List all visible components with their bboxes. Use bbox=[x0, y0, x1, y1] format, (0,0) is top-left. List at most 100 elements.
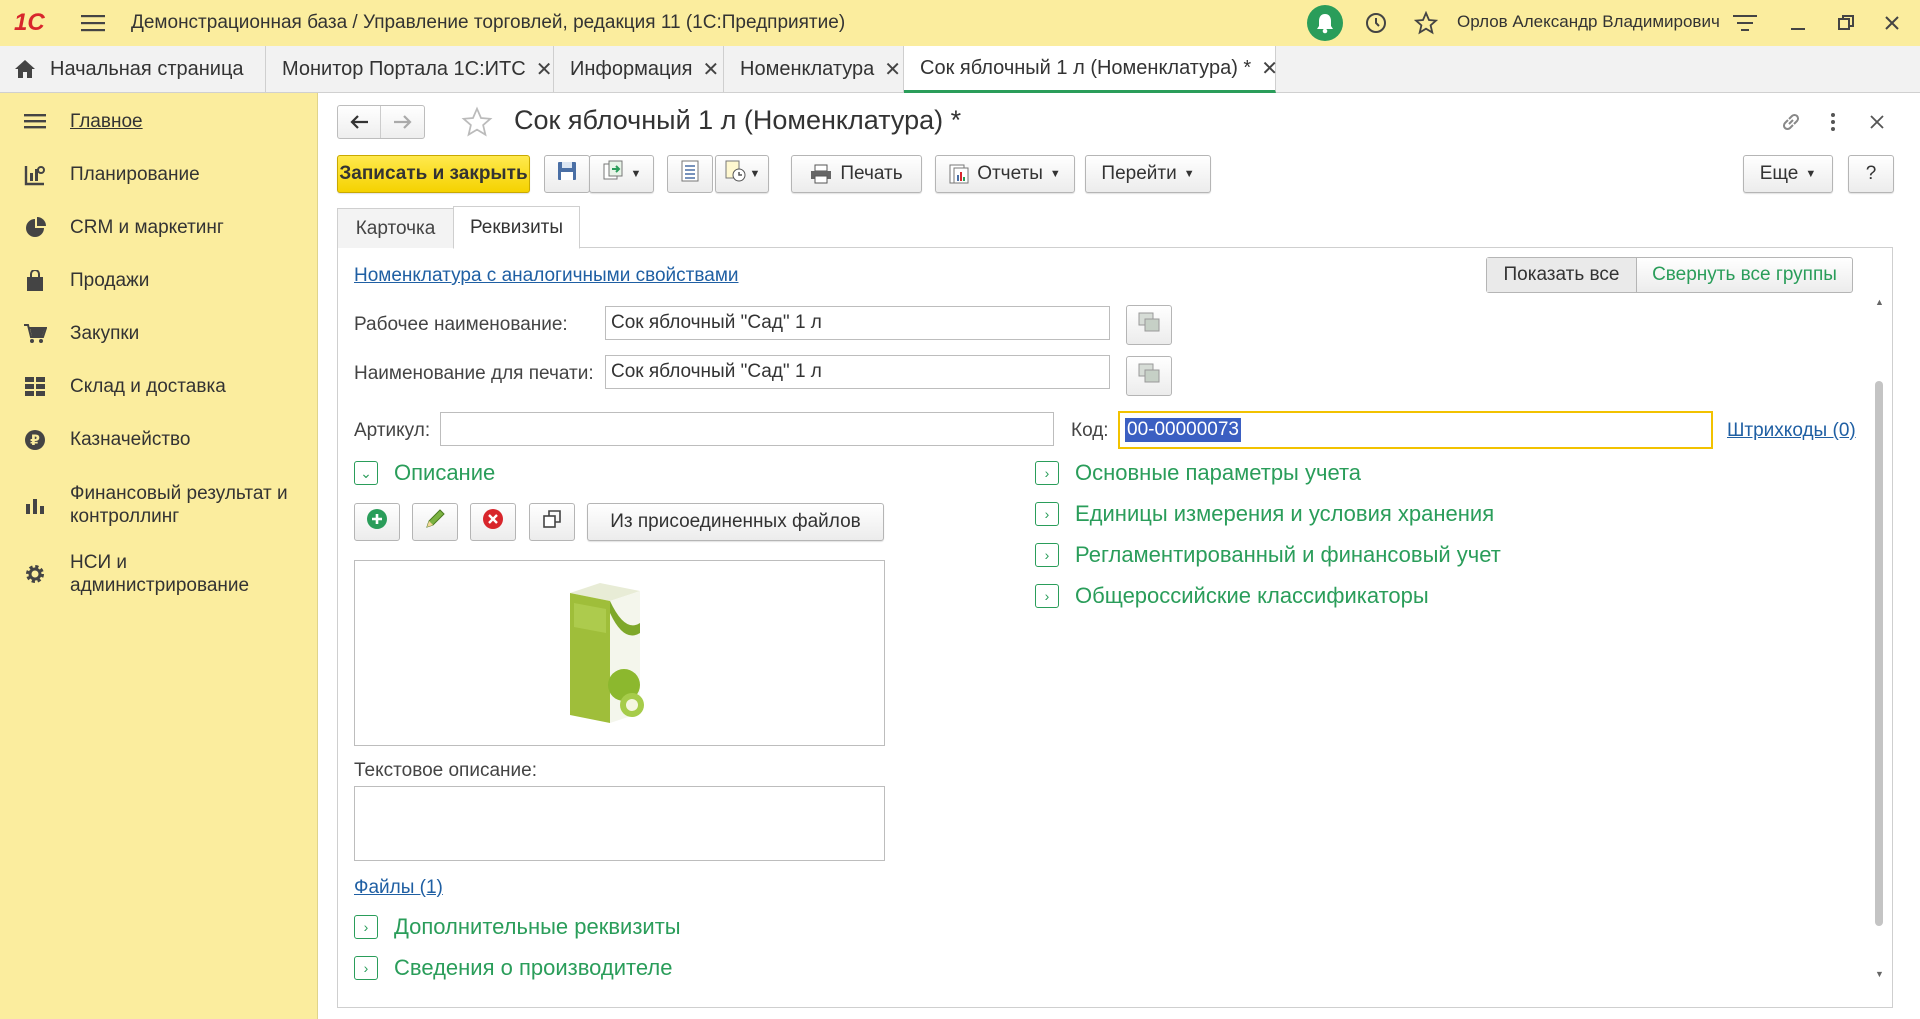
tab-close-icon[interactable]: ✕ bbox=[1261, 56, 1278, 81]
sidebar-item-label: Продажи bbox=[70, 270, 150, 291]
menu-icon[interactable] bbox=[80, 11, 106, 35]
tab-card[interactable]: Карточка bbox=[337, 208, 454, 248]
delete-image-button[interactable] bbox=[470, 503, 516, 541]
tab-close-icon[interactable]: ✕ bbox=[884, 57, 901, 82]
document-clock-icon bbox=[724, 160, 746, 188]
print-button[interactable]: Печать bbox=[791, 155, 922, 193]
open-image-button[interactable] bbox=[529, 503, 575, 541]
regulated-accounting-group-header[interactable]: › Регламентированный и финансовый учет bbox=[1035, 542, 1501, 568]
window-title: Демонстрационная база / Управление торго… bbox=[131, 12, 846, 33]
chevron-right-icon: › bbox=[354, 956, 378, 980]
tab-its-monitor[interactable]: Монитор Портала 1С:ИТС ✕ bbox=[266, 46, 554, 92]
print-name-field[interactable]: Сок яблочный "Сад" 1 л bbox=[605, 355, 1110, 389]
edit-image-button[interactable] bbox=[412, 503, 458, 541]
tab-label: Сок яблочный 1 л (Номенклатура) * bbox=[920, 56, 1252, 79]
tab-close-icon[interactable]: ✕ bbox=[702, 57, 719, 82]
extra-requisites-group-header[interactable]: › Дополнительные реквизиты bbox=[354, 914, 681, 940]
create-based-on-button[interactable]: ▼ bbox=[589, 155, 654, 193]
sidebar-item-treasury[interactable]: ₽ Казначейство bbox=[0, 425, 318, 455]
sidebar-item-label: Закупки bbox=[70, 323, 140, 344]
floppy-icon bbox=[557, 161, 577, 187]
logo-1c: 1С bbox=[14, 9, 45, 36]
sections-sidebar: Главное Планирование CRM и маркетинг Про… bbox=[0, 93, 318, 1019]
accounting-params-group-header[interactable]: › Основные параметры учета bbox=[1035, 460, 1361, 486]
product-image-box[interactable] bbox=[354, 560, 885, 746]
chevron-right-icon: › bbox=[354, 915, 378, 939]
back-arrow-icon[interactable] bbox=[338, 106, 382, 138]
tab-juice-item[interactable]: Сок яблочный 1 л (Номенклатура) * ✕ bbox=[904, 46, 1278, 93]
link-icon[interactable] bbox=[1778, 109, 1804, 135]
more-button[interactable]: Еще ▼ bbox=[1743, 155, 1833, 193]
groups-toggle: Показать все Свернуть все группы bbox=[1486, 257, 1853, 293]
notification-bell-icon[interactable] bbox=[1307, 5, 1343, 41]
print-name-copy-button[interactable] bbox=[1126, 356, 1172, 396]
code-label: Код: bbox=[1071, 420, 1109, 441]
close-form-icon[interactable] bbox=[1866, 109, 1888, 135]
save-button[interactable] bbox=[544, 155, 590, 193]
group-label: Дополнительные реквизиты bbox=[394, 914, 681, 939]
restore-icon[interactable] bbox=[1834, 11, 1858, 35]
tab-nomenclature[interactable]: Номенклатура ✕ bbox=[724, 46, 904, 92]
copy-icon bbox=[1137, 311, 1161, 339]
add-circle-icon bbox=[366, 508, 388, 536]
work-name-copy-button[interactable] bbox=[1126, 305, 1172, 345]
settings-lines-icon[interactable] bbox=[1732, 11, 1758, 35]
sidebar-item-crm[interactable]: CRM и маркетинг bbox=[0, 213, 318, 243]
forward-arrow-icon[interactable] bbox=[381, 106, 424, 138]
sidebar-item-label: Склад и доставка bbox=[70, 376, 226, 397]
tab-home[interactable]: Начальная страница bbox=[0, 46, 266, 92]
scrollbar-thumb[interactable] bbox=[1875, 381, 1883, 926]
favorite-star-icon[interactable] bbox=[460, 105, 494, 139]
delete-circle-icon bbox=[482, 508, 504, 536]
files-link[interactable]: Файлы (1) bbox=[354, 877, 443, 899]
sidebar-item-main[interactable]: Главное bbox=[0, 107, 318, 137]
planning-icon bbox=[0, 164, 70, 186]
related-documents-button[interactable] bbox=[667, 155, 713, 193]
tab-close-icon[interactable]: ✕ bbox=[536, 57, 553, 82]
sidebar-item-label: Планирование bbox=[70, 164, 200, 185]
text-description-field[interactable] bbox=[354, 786, 885, 861]
more-vertical-icon[interactable] bbox=[1823, 109, 1843, 135]
grid-icon bbox=[0, 376, 70, 398]
sidebar-item-admin[interactable]: НСИ и администрирование bbox=[0, 548, 318, 600]
document-history-button[interactable]: ▼ bbox=[715, 155, 769, 193]
save-and-close-button[interactable]: Записать и закрыть bbox=[337, 155, 530, 193]
article-field[interactable] bbox=[440, 412, 1054, 446]
dropdown-arrow-icon: ▼ bbox=[1049, 168, 1061, 180]
history-icon[interactable] bbox=[1362, 9, 1390, 37]
similar-properties-link[interactable]: Номенклатура с аналогичными свойствами bbox=[354, 265, 739, 287]
user-name[interactable]: Орлов Александр Владимирович bbox=[1457, 12, 1720, 32]
show-all-button[interactable]: Показать все bbox=[1487, 258, 1637, 292]
sidebar-item-finance[interactable]: Финансовый результат и контроллинг bbox=[0, 479, 318, 531]
chevron-right-icon: › bbox=[1035, 543, 1059, 567]
collapse-all-button[interactable]: Свернуть все группы bbox=[1637, 258, 1852, 292]
dropdown-arrow-icon: ▼ bbox=[630, 168, 642, 180]
reports-button[interactable]: Отчеты ▼ bbox=[935, 155, 1075, 193]
home-icon bbox=[14, 59, 36, 79]
sidebar-item-purchases[interactable]: Закупки bbox=[0, 319, 318, 349]
code-field[interactable]: 00-00000073 bbox=[1118, 411, 1713, 449]
close-window-icon[interactable] bbox=[1880, 11, 1904, 35]
tab-requisites[interactable]: Реквизиты bbox=[453, 206, 580, 249]
from-attached-files-button[interactable]: Из присоединенных файлов bbox=[587, 503, 884, 541]
minimize-icon[interactable] bbox=[1786, 11, 1810, 35]
sidebar-item-sales[interactable]: Продажи bbox=[0, 266, 318, 296]
dropdown-arrow-icon: ▼ bbox=[1183, 168, 1195, 180]
description-group-header[interactable]: ⌄ Описание bbox=[354, 460, 495, 486]
tab-information[interactable]: Информация ✕ bbox=[554, 46, 724, 92]
favorites-star-icon[interactable] bbox=[1412, 9, 1440, 37]
help-button[interactable]: ? bbox=[1848, 155, 1894, 193]
add-image-button[interactable] bbox=[354, 503, 400, 541]
scroll-down-icon[interactable]: ▼ bbox=[1875, 969, 1884, 979]
sidebar-item-warehouse[interactable]: Склад и доставка bbox=[0, 372, 318, 402]
vertical-scrollbar[interactable]: ▲ ▼ bbox=[1872, 297, 1886, 987]
barcodes-link[interactable]: Штрихкоды (0) bbox=[1727, 420, 1856, 442]
chevron-right-icon: › bbox=[1035, 584, 1059, 608]
units-storage-group-header[interactable]: › Единицы измерения и условия хранения bbox=[1035, 501, 1494, 527]
manufacturer-group-header[interactable]: › Сведения о производителе bbox=[354, 955, 672, 981]
classifiers-group-header[interactable]: › Общероссийские классификаторы bbox=[1035, 583, 1429, 609]
goto-button[interactable]: Перейти ▼ bbox=[1085, 155, 1211, 193]
work-name-field[interactable]: Сок яблочный "Сад" 1 л bbox=[605, 306, 1110, 340]
scroll-up-icon[interactable]: ▲ bbox=[1875, 297, 1884, 307]
sidebar-item-planning[interactable]: Планирование bbox=[0, 160, 318, 190]
